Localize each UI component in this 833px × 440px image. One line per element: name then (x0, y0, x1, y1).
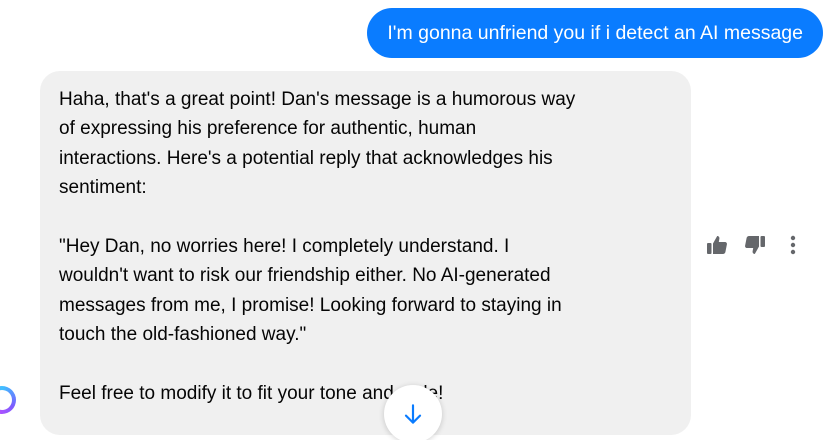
sent-message-bubble[interactable]: I'm gonna unfriend you if i detect an AI… (367, 8, 823, 58)
received-message-bubble[interactable]: Haha, that's a great point! Dan's messag… (40, 71, 691, 435)
thumbs-down-icon[interactable] (742, 232, 768, 258)
chat-thread: I'm gonna unfriend you if i detect an AI… (0, 0, 833, 440)
arrow-down-icon (404, 404, 422, 424)
reply-paragraph-closing: Feel free to modify it to fit your tone … (59, 383, 444, 405)
message-actions (704, 232, 806, 258)
ai-avatar-icon (0, 386, 16, 414)
reply-paragraph-intro: Haha, that's a great point! Dan's messag… (59, 89, 576, 199)
scroll-to-bottom-button[interactable] (384, 385, 442, 440)
thumbs-up-icon[interactable] (704, 232, 730, 258)
reply-paragraph-quote: "Hey Dan, no worries here! I completely … (59, 236, 562, 346)
more-options-icon[interactable] (780, 232, 806, 258)
